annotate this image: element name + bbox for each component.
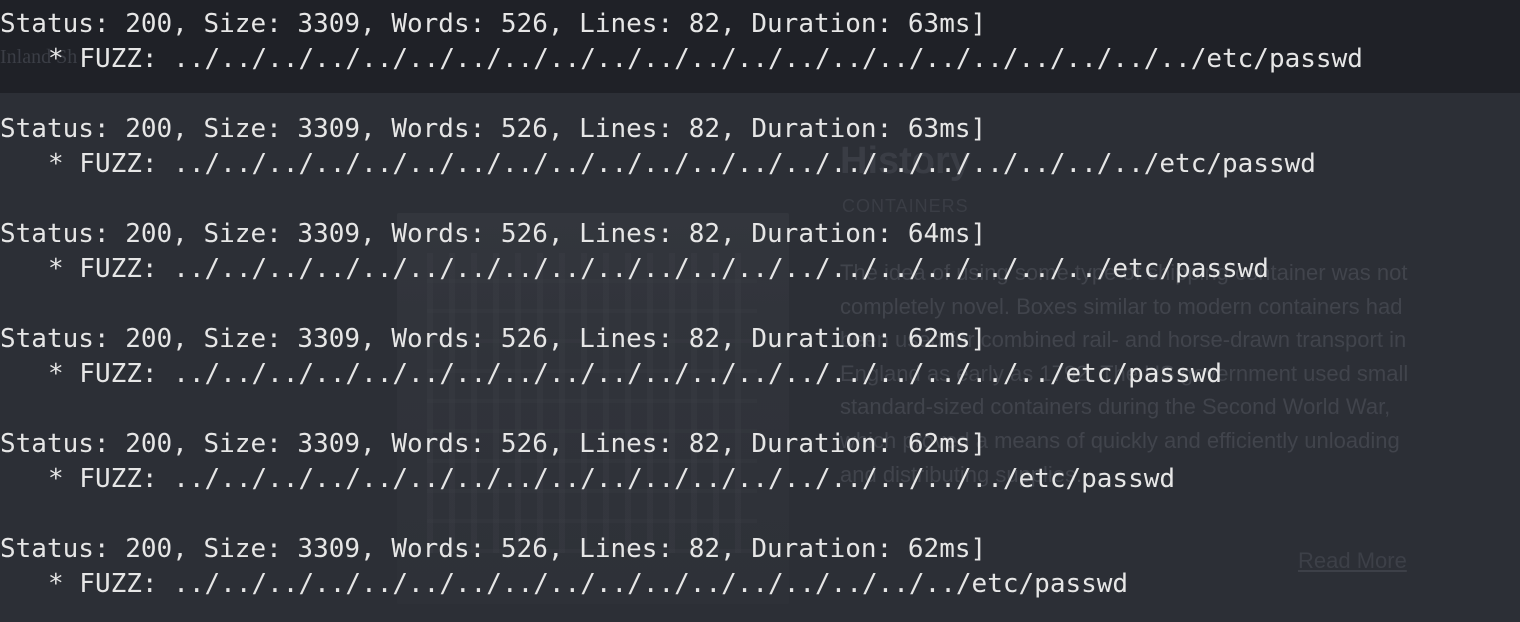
fuzz-line: * FUZZ: ../../../../../../../../../../..… xyxy=(48,359,1222,389)
fuzz-line: * FUZZ: ../../../../../../../../../../..… xyxy=(48,254,1269,284)
result-entry: Status: 200, Size: 3309, Words: 526, Lin… xyxy=(0,112,1520,184)
result-entry: Status: 200, Size: 3309, Words: 526, Lin… xyxy=(0,7,1520,79)
result-entry: Status: 200, Size: 3309, Words: 526, Lin… xyxy=(0,217,1520,289)
status-line: Status: 200, Size: 3309, Words: 526, Lin… xyxy=(0,324,987,354)
fuzz-line: * FUZZ: ../../../../../../../../../../..… xyxy=(48,44,1363,74)
status-line: Status: 200, Size: 3309, Words: 526, Lin… xyxy=(0,429,987,459)
status-line: Status: 200, Size: 3309, Words: 526, Lin… xyxy=(0,534,987,564)
status-line: Status: 200, Size: 3309, Words: 526, Lin… xyxy=(0,9,987,39)
result-entry: Status: 200, Size: 3309, Words: 526, Lin… xyxy=(0,532,1520,604)
terminal-window[interactable]: Inland Sh History CONTAINERS The idea of… xyxy=(0,0,1520,622)
fuzz-line: * FUZZ: ../../../../../../../../../../..… xyxy=(48,569,1129,599)
result-entry: Status: 200, Size: 3309, Words: 526, Lin… xyxy=(0,427,1520,499)
terminal-output[interactable]: Status: 200, Size: 3309, Words: 526, Lin… xyxy=(0,0,1520,622)
fuzz-line: * FUZZ: ../../../../../../../../../../..… xyxy=(48,149,1316,179)
status-line: Status: 200, Size: 3309, Words: 526, Lin… xyxy=(0,219,987,249)
status-line: Status: 200, Size: 3309, Words: 526, Lin… xyxy=(0,114,987,144)
fuzz-line: * FUZZ: ../../../../../../../../../../..… xyxy=(48,464,1176,494)
result-entry: Status: 200, Size: 3309, Words: 526, Lin… xyxy=(0,322,1520,394)
